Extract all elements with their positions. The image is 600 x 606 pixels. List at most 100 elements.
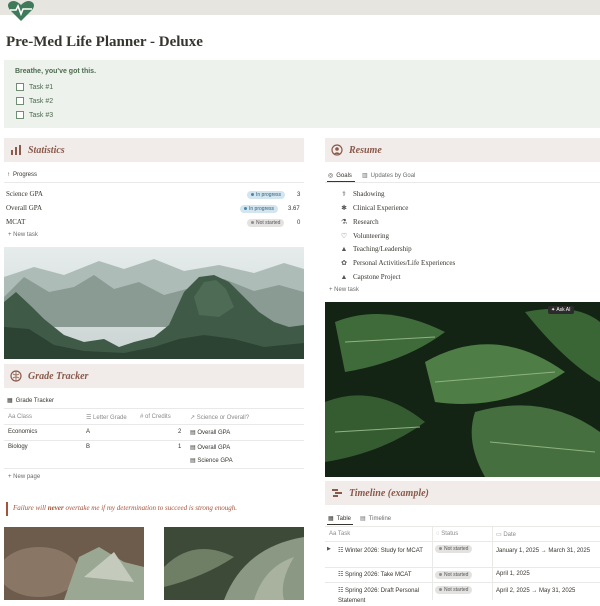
active-tab-underline	[327, 524, 353, 525]
checklist-icon: ☷	[338, 548, 346, 554]
statistics-title: Statistics	[28, 144, 65, 156]
relation-link[interactable]: ▤ Science GPA	[190, 457, 233, 464]
checklist-icon: ☷	[338, 572, 346, 578]
expand-chevron-icon[interactable]: ▶	[327, 546, 331, 552]
table-icon: ▦	[328, 516, 334, 522]
checkbox-icon[interactable]	[16, 97, 24, 105]
arrow-up-icon: ↑	[7, 172, 10, 178]
table-cell: 1	[178, 444, 182, 450]
star-of-life-icon: ✱	[341, 204, 347, 212]
graduation-cap-icon: ▲	[340, 273, 348, 281]
divider	[325, 526, 600, 527]
goal-item[interactable]: ⚕ Shadowing	[340, 190, 384, 198]
status-badge: In progress	[247, 191, 286, 199]
grade-tracker-header: Grade Tracker	[4, 364, 304, 388]
column-header[interactable]: ◌ Status	[436, 531, 458, 537]
relation-link[interactable]: ▤ Overall GPA	[190, 444, 230, 451]
callout-title: Breathe, you've got this.	[15, 68, 97, 75]
table-cell[interactable]: Economics	[8, 429, 37, 435]
goal-item[interactable]: ▲ Teaching/Leadership	[340, 245, 412, 253]
stat-name[interactable]: MCAT	[6, 218, 25, 226]
brain-icon	[10, 370, 22, 382]
stat-value: 3	[297, 192, 301, 198]
todo-label: Task #1	[29, 83, 54, 91]
table-cell: 2	[178, 429, 182, 435]
column-header[interactable]: Aa Class	[8, 414, 32, 420]
tab-grade-tracker[interactable]: ▦ Grade Tracker	[7, 397, 54, 405]
column-header[interactable]: Aa Task	[329, 531, 350, 537]
new-task-button[interactable]: + New task	[8, 232, 38, 238]
target-icon: ◎	[328, 173, 334, 179]
foliage-image	[164, 527, 304, 600]
goal-item[interactable]: ✱ Clinical Experience	[340, 204, 408, 212]
divider	[325, 182, 600, 183]
divider	[325, 567, 600, 568]
status-badge: In progress	[240, 205, 279, 213]
checklist-icon: ☷	[338, 588, 346, 594]
date-cell: April 1, 2025	[496, 571, 530, 577]
todo-label: Task #2	[29, 97, 54, 105]
goal-item[interactable]: ⚗ Research	[340, 218, 379, 226]
column-divider	[432, 527, 433, 600]
tab-timeline[interactable]: ▤ Timeline	[360, 515, 391, 523]
divider	[4, 424, 304, 425]
tab-table[interactable]: ▦ Table	[328, 515, 351, 523]
stat-name[interactable]: Overall GPA	[6, 204, 42, 212]
todo-item[interactable]: Task #1	[16, 83, 53, 91]
task-cell[interactable]: ☷ Winter 2026: Study for MCAT	[338, 546, 430, 556]
column-header[interactable]: ☰ Letter Grade	[86, 414, 127, 421]
relation-link[interactable]: ▤ Overall GPA	[190, 429, 230, 436]
divider	[4, 182, 304, 183]
text-icon: Aa	[329, 531, 338, 537]
graduation-cap-icon: ▲	[340, 245, 348, 253]
foliage-image	[4, 527, 144, 600]
tab-progress[interactable]: ↑ Progress	[7, 172, 37, 178]
goal-item[interactable]: ♡ Volunteering	[340, 232, 389, 240]
grade-tracker-title: Grade Tracker	[28, 370, 89, 382]
divider	[4, 440, 304, 441]
column-divider	[492, 527, 493, 600]
column-header[interactable]: # of Credits	[140, 414, 171, 420]
task-cell[interactable]: ☷ Spring 2026: Take MCAT	[338, 571, 412, 578]
goal-item[interactable]: ✿ Personal Activities/Life Experiences	[340, 259, 455, 267]
divider	[325, 582, 600, 583]
relation-icon: ↗	[190, 415, 197, 421]
stat-value: 0	[297, 220, 301, 226]
checkbox-icon[interactable]	[16, 83, 24, 91]
stat-value: 3.67	[288, 206, 300, 212]
quote-bar	[6, 502, 8, 516]
new-page-button[interactable]: + New page	[8, 474, 40, 480]
table-icon: ▦	[7, 398, 13, 404]
list-icon: ☰	[86, 415, 94, 421]
tab-goals[interactable]: ◎ Goals	[328, 172, 352, 180]
checkbox-icon[interactable]	[16, 111, 24, 119]
user-circle-icon	[331, 144, 343, 156]
bar-chart-icon	[11, 145, 21, 155]
table-cell: B	[86, 444, 91, 450]
tab-updates-by-goal[interactable]: ▥ Updates by Goal	[362, 172, 415, 180]
new-task-button[interactable]: + New task	[329, 287, 359, 293]
motivational-quote: Failure will never overtake me if my det…	[13, 504, 238, 512]
timeline-title: Timeline (example)	[349, 487, 429, 499]
date-cell: January 1, 2025 → March 31, 2025	[496, 548, 591, 554]
page-title: Pre-Med Life Planner - Deluxe	[6, 34, 203, 50]
monstera-leaves-image	[325, 302, 600, 477]
heart-hands-icon: ♡	[340, 232, 348, 240]
column-header[interactable]: ▭ Date	[496, 531, 516, 538]
text-icon: Aa	[8, 414, 18, 420]
statistics-header: Statistics	[4, 138, 304, 162]
date-cell: April 2, 2025 → May 31, 2025	[496, 588, 576, 594]
timeline-header: Timeline (example)	[325, 481, 600, 505]
status-badge: Not started	[435, 545, 473, 553]
ask-ai-button[interactable]: ✦ Ask AI	[548, 306, 574, 314]
table-cell[interactable]: Biology	[8, 444, 28, 450]
page-cover-band	[0, 0, 600, 15]
column-header[interactable]: ↗ Science or Overall?	[190, 414, 249, 421]
todo-item[interactable]: Task #2	[16, 97, 53, 105]
stat-name[interactable]: Science GPA	[6, 190, 43, 198]
goal-item[interactable]: ▲ Capstone Project	[340, 273, 401, 281]
timeline-view-icon: ▤	[360, 516, 366, 522]
flower-icon: ✿	[341, 259, 347, 267]
todo-item[interactable]: Task #3	[16, 111, 53, 119]
task-cell[interactable]: ☷ Spring 2026: Draft Personal Statement	[338, 586, 430, 606]
